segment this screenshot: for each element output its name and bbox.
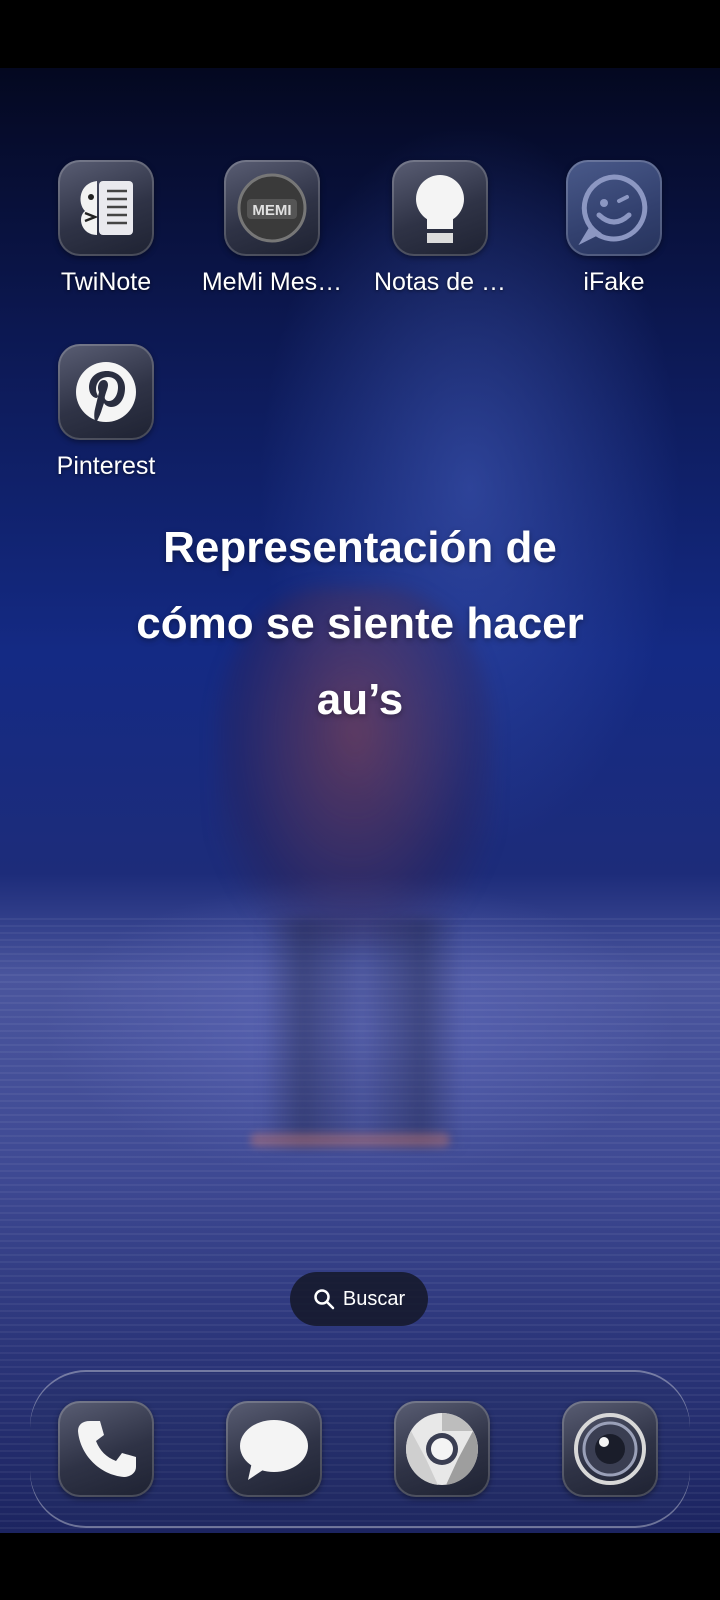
caption-line-1: Representación de bbox=[163, 523, 557, 572]
app-memi-messenger[interactable]: MEMI MeMi Mes… bbox=[190, 160, 354, 297]
messages-icon bbox=[226, 1401, 322, 1497]
search-icon bbox=[314, 1289, 335, 1310]
chrome-icon bbox=[394, 1401, 490, 1497]
caption-line-2: cómo se siente hacer bbox=[136, 599, 584, 648]
search-label: Buscar bbox=[342, 1287, 406, 1310]
dock-phone[interactable] bbox=[58, 1401, 154, 1497]
memi-badge-text: MEMI bbox=[252, 202, 291, 219]
twinote-icon bbox=[58, 160, 154, 256]
dock-messages[interactable] bbox=[226, 1401, 322, 1497]
app-label-ifake: iFake bbox=[583, 268, 645, 296]
ifake-icon bbox=[566, 160, 662, 256]
phone-icon bbox=[58, 1401, 154, 1497]
caption-text: Representación de cómo se siente hacer a… bbox=[60, 510, 660, 738]
app-label-memi: MeMi Mes… bbox=[201, 268, 343, 296]
pinterest-icon bbox=[58, 344, 154, 440]
search-button[interactable]: Buscar bbox=[290, 1272, 428, 1326]
dock-camera[interactable] bbox=[562, 1401, 658, 1497]
app-label-pinterest: Pinterest bbox=[56, 452, 156, 480]
app-twinote[interactable]: TwiNote bbox=[24, 160, 188, 297]
lightbulb-icon bbox=[392, 160, 488, 256]
wallpaper-skateboard bbox=[250, 1133, 450, 1147]
app-label-twinote: TwiNote bbox=[60, 268, 152, 296]
navigation-bar-area bbox=[0, 1533, 720, 1600]
camera-icon bbox=[562, 1401, 658, 1497]
caption-line-3: au’s bbox=[316, 675, 404, 724]
wallpaper-blurred-legs bbox=[262, 918, 462, 1148]
memi-icon: MEMI bbox=[224, 160, 320, 256]
dock-chrome[interactable] bbox=[394, 1401, 490, 1497]
app-pinterest[interactable]: Pinterest bbox=[24, 344, 188, 481]
app-ifake[interactable]: iFake bbox=[532, 160, 696, 297]
app-label-notas: Notas de … bbox=[373, 268, 506, 296]
app-notas[interactable]: Notas de … bbox=[358, 160, 522, 297]
